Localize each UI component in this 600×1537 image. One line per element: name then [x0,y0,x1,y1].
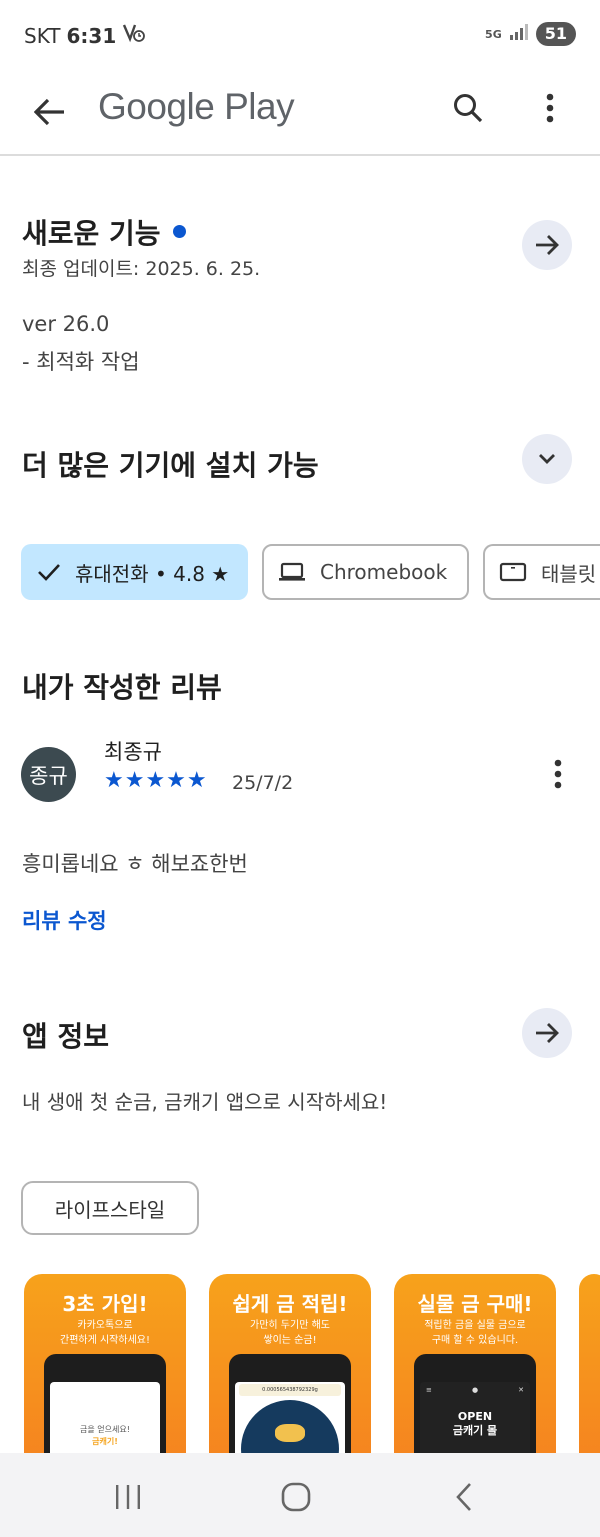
app-description: 내 생애 첫 순금, 금캐기 앱으로 시작하세요! [22,1090,388,1114]
device-chip-tablet[interactable]: 태블릿 [483,544,600,600]
screenshot-1[interactable]: 3초 가입! 카카오톡으로 간편하게 시작하세요! 금을 얻으세요! 금캐기! [24,1274,186,1474]
back-arrow-icon [34,98,64,126]
release-note: - 최적화 작업 [22,350,140,374]
app-bar: Google Play [0,72,600,156]
screenshot-headline: 쉽게 금 적립! [232,1292,348,1316]
signal-icon [509,24,528,44]
review-date: 25/7/2 [232,772,294,794]
screenshot-headline: 3초 가입! [62,1292,148,1316]
category-chip[interactable]: 라이프스타일 [21,1181,199,1235]
status-bar: SKT 6:31 5G 51 [0,0,600,72]
battery-indicator: 51 [535,22,576,46]
devices-title: 더 많은 기기에 설치 가능 [22,449,319,482]
new-indicator-dot [172,224,186,238]
arrow-right-icon [536,1023,559,1043]
chevron-down-icon [539,454,555,464]
screen-open-text: OPEN 금캐기 몰 [452,1410,498,1437]
gold-balance: 0.000565438792329g [239,1384,341,1396]
search-icon [454,94,483,123]
clock: 6:31 [66,23,117,48]
screen-text: 금을 얻으세요! 금캐기! [50,1424,160,1448]
app-info-title: 앱 정보 [22,1020,110,1053]
check-icon [37,563,61,581]
device-chip-phone-label: 휴대전화 • 4.8 ★ [75,561,230,586]
laptop-icon [278,562,306,582]
tablet-icon [499,562,527,582]
device-chip-tablet-label: 태블릿 [541,561,597,586]
more-vert-icon [554,759,562,789]
home-icon [281,1482,311,1512]
reviewer-name: 최종규 [104,740,162,764]
edit-review-link[interactable]: 리뷰 수정 [22,905,107,935]
arrow-right-icon [536,235,559,255]
more-options-button[interactable] [526,84,574,132]
review-text: 흥미롭네요 ㅎ 해보죠한번 [22,852,248,876]
network-type-icon: 5G [485,27,502,41]
my-review-title: 내가 작성한 리뷰 [22,671,222,704]
screenshot-subtext: 적립한 금을 실물 금으로 구매 할 수 있습니다. [424,1320,526,1346]
last-updated-date: 최종 업데이트: 2025. 6. 25. [22,258,261,280]
recent-apps-button[interactable] [104,1473,152,1521]
device-chip-phone[interactable]: 휴대전화 • 4.8 ★ [21,544,248,600]
screenshot-subtext: 가만히 두기만 해도 쌓이는 순금! [250,1320,330,1346]
screenshot-subtext: 카카오톡으로 간편하게 시작하세요! [60,1320,150,1346]
back-button[interactable] [26,88,74,136]
star-rating: ★★★★★ [104,768,208,793]
screen-menu-row: ≡ ● ✕ [426,1386,524,1394]
google-play-title: Google Play [98,86,295,127]
screenshot-2[interactable]: 쉽게 금 적립! 가만히 두기만 해도 쌓이는 순금! 0.0005654387… [209,1274,371,1474]
carrier-label: SKT [24,23,61,48]
avatar: 종규 [21,747,76,802]
whats-new-arrow-button[interactable] [522,220,572,270]
app-info-arrow-button[interactable] [522,1008,572,1058]
status-left: SKT 6:31 [24,22,146,49]
version-text: ver 26.0 [22,312,110,336]
gold-nugget-icon [275,1424,305,1442]
home-button[interactable] [272,1473,320,1521]
nav-back-button[interactable] [440,1473,488,1521]
device-chip-chromebook-label: Chromebook [320,560,448,584]
mute-vibrate-icon [122,22,146,49]
chevron-left-icon [456,1483,471,1511]
recent-apps-icon [116,1485,140,1509]
screen-caption: 금을 얻으세요! [80,1425,130,1434]
status-right: 5G 51 [485,22,576,46]
screen-brand: 금캐기! [92,1437,118,1446]
devices-expand-button[interactable] [522,434,572,484]
screenshot-3[interactable]: 실물 금 구매! 적립한 금을 실물 금으로 구매 할 수 있습니다. ≡ ● ✕ … [394,1274,556,1474]
whats-new-title-text: 새로운 기능 [22,217,161,250]
screenshot-headline: 실물 금 구매! [417,1292,533,1316]
review-options-button[interactable] [536,752,580,796]
system-navigation-bar [0,1453,600,1537]
screenshot-4-partial[interactable] [579,1274,600,1474]
device-chip-chromebook[interactable]: Chromebook [262,544,469,600]
whats-new-title: 새로운 기능 [22,212,186,252]
more-vert-icon [546,93,554,123]
search-button[interactable] [444,84,492,132]
